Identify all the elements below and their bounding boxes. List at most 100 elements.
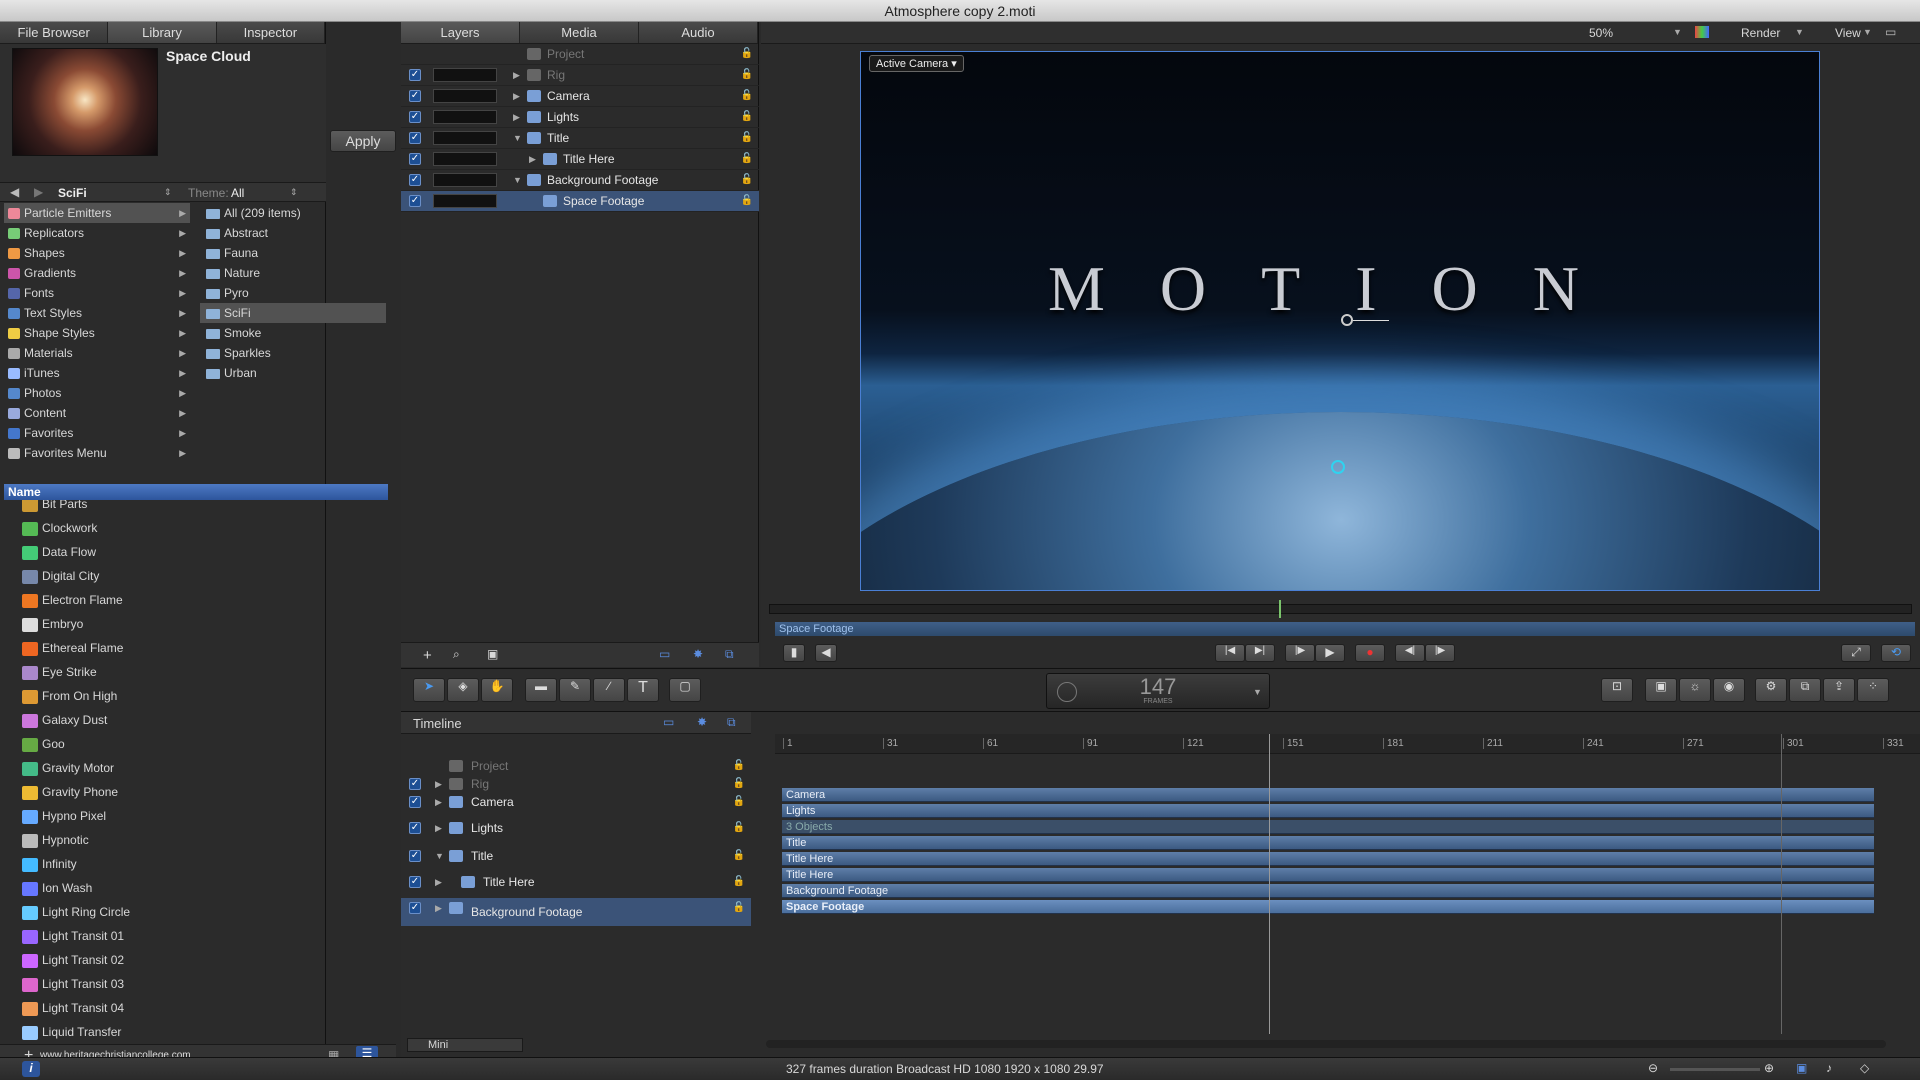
timeline-clip[interactable]: Background Footage xyxy=(782,884,1874,898)
expand-arrow-icon[interactable]: ▶ xyxy=(435,792,442,812)
shape-tool-icon[interactable]: ▬ xyxy=(525,678,557,702)
layout-icon[interactable]: ▭ xyxy=(1885,25,1896,39)
mini-clip-bar[interactable]: Space Footage xyxy=(775,622,1915,636)
timeline-checkbox[interactable]: ✓ xyxy=(409,778,421,790)
share-icon[interactable]: ⇪ xyxy=(1823,678,1855,702)
expand-arrow-icon[interactable]: ▶ xyxy=(513,86,520,106)
tab-file-browser[interactable]: File Browser xyxy=(0,22,109,43)
library-item[interactable]: Eye Strike xyxy=(0,660,380,684)
mask-tool-icon[interactable]: ▢ xyxy=(669,678,701,702)
bezier-tool-icon[interactable]: ✎ xyxy=(559,678,591,702)
layer-checkbox[interactable]: ✓ xyxy=(409,174,421,186)
timeline-ruler[interactable]: 1 31 61 91 121 151 181 211 241 271 301 331 xyxy=(775,734,1920,754)
lock-icon[interactable]: 🔓 xyxy=(741,191,753,211)
layer-checkbox[interactable]: ✓ xyxy=(409,90,421,102)
tl-layers-icon[interactable]: ▭ xyxy=(663,715,674,729)
lock-icon[interactable]: 🔓 xyxy=(741,44,753,64)
timeline-row[interactable]: Project 🔓 xyxy=(401,756,751,776)
hud-icon[interactable]: ⁘ xyxy=(1857,678,1889,702)
library-item[interactable]: Light Transit 02 xyxy=(0,948,380,972)
expand-arrow-icon[interactable]: ▼ xyxy=(435,846,444,866)
timeline-checkbox[interactable]: ✓ xyxy=(409,876,421,888)
lock-icon[interactable]: 🔓 xyxy=(741,107,753,127)
layer-checkbox[interactable]: ✓ xyxy=(409,69,421,81)
prev-keyframe-icon[interactable]: ◀| xyxy=(1395,644,1425,662)
layer-checkbox[interactable]: ✓ xyxy=(409,111,421,123)
mini-playhead[interactable] xyxy=(1279,600,1281,618)
category-item[interactable]: Content ▶ xyxy=(4,403,190,423)
lock-icon[interactable]: 🔓 xyxy=(741,86,753,106)
expand-arrow-icon[interactable]: ▶ xyxy=(435,872,442,892)
library-item[interactable]: Hypno Pixel xyxy=(0,804,380,828)
tab-audio[interactable]: Audio xyxy=(639,22,758,43)
library-item[interactable]: Goo xyxy=(0,732,380,756)
timeline-clip[interactable]: Camera xyxy=(782,788,1874,802)
library-item[interactable]: Data Flow xyxy=(0,540,380,564)
category-item[interactable]: iTunes ▶ xyxy=(4,363,190,383)
category-popup[interactable]: SciFi xyxy=(58,186,87,200)
filters-icon[interactable]: ◉ xyxy=(1713,678,1745,702)
arrange-icon[interactable]: ⧉ xyxy=(1789,678,1821,702)
zoom-slider[interactable] xyxy=(1670,1068,1760,1071)
library-item[interactable]: From On High xyxy=(0,684,380,708)
audio-icon[interactable]: ◀ xyxy=(815,644,837,662)
fullscreen-icon[interactable]: ⤢ xyxy=(1841,644,1871,662)
loop-icon[interactable]: ⟲ xyxy=(1881,644,1911,662)
info-icon[interactable]: i xyxy=(22,1061,40,1077)
group-icon[interactable]: ▣ xyxy=(487,647,498,661)
behaviors-icon[interactable]: ✸ xyxy=(693,647,703,661)
zoom-in-icon[interactable]: ⊕ xyxy=(1764,1061,1774,1075)
camera-view-icon[interactable]: ⊡ xyxy=(1601,678,1633,702)
library-item[interactable]: Gravity Phone xyxy=(0,780,380,804)
volume-icon[interactable]: ♪ xyxy=(1826,1061,1832,1075)
timeline-clip[interactable]: Space Footage xyxy=(782,900,1874,914)
tab-inspector[interactable]: Inspector xyxy=(217,22,325,43)
back-arrow-icon[interactable]: ◀ xyxy=(10,185,19,199)
search-icon[interactable]: ⌕ xyxy=(453,647,460,662)
category-item[interactable]: Text Styles ▶ xyxy=(4,303,190,323)
tl-behaviors-icon[interactable]: ✸ xyxy=(697,715,707,729)
expand-arrow-icon[interactable]: ▶ xyxy=(435,898,442,918)
timeline-checkbox[interactable]: ✓ xyxy=(409,822,421,834)
lock-icon[interactable]: 🔓 xyxy=(733,792,745,812)
library-item[interactable]: Liquid Transfer xyxy=(0,1020,380,1044)
lock-icon[interactable]: 🔓 xyxy=(741,149,753,169)
subfolder-item[interactable]: Nature xyxy=(200,263,386,283)
view-popup[interactable]: View xyxy=(1835,26,1861,40)
lock-icon[interactable]: 🔓 xyxy=(733,756,745,776)
timeline-clip[interactable]: Title xyxy=(782,836,1874,850)
category-item[interactable]: Replicators ▶ xyxy=(4,223,190,243)
frame-counter[interactable]: 147 FRAMES ▼ xyxy=(1046,673,1270,709)
motion-headline[interactable]: MOTION xyxy=(861,252,1819,326)
expand-arrow-icon[interactable]: ▶ xyxy=(529,149,536,169)
subfolder-item[interactable]: Smoke xyxy=(200,323,386,343)
go-to-start-icon[interactable]: |◀ xyxy=(1215,644,1245,662)
library-item[interactable]: Ethereal Flame xyxy=(0,636,380,660)
library-item[interactable]: Light Transit 01 xyxy=(0,924,380,948)
timeline-clip[interactable]: 3 Objects xyxy=(782,820,1874,834)
subfolder-item[interactable]: Fauna xyxy=(200,243,386,263)
subfolder-item[interactable]: Pyro xyxy=(200,283,386,303)
timeline-row[interactable]: ✓ ▶ Title Here 🔓 xyxy=(401,872,751,892)
canvas-viewport[interactable]: MOTION Active Camera ▾ xyxy=(860,51,1820,591)
lock-icon[interactable]: 🔓 xyxy=(741,65,753,85)
layer-row[interactable]: ✓ ▶ Camera 🔓 xyxy=(401,86,759,107)
library-item[interactable]: Hypnotic xyxy=(0,828,380,852)
toggle-panel-icon[interactable]: ▮ xyxy=(783,644,805,662)
mini-timeline-track[interactable] xyxy=(769,604,1912,614)
category-item[interactable]: Fonts ▶ xyxy=(4,283,190,303)
timeline-checkbox[interactable]: ✓ xyxy=(409,902,421,914)
timeline-out-marker[interactable] xyxy=(1781,734,1782,1034)
library-item[interactable]: Galaxy Dust xyxy=(0,708,380,732)
category-item[interactable]: Shape Styles ▶ xyxy=(4,323,190,343)
forward-arrow-icon[interactable]: ▶ xyxy=(34,185,43,199)
layers-view-icon[interactable]: ▭ xyxy=(659,647,670,661)
expand-arrow-icon[interactable]: ▶ xyxy=(435,774,442,794)
timeline-row[interactable]: ✓ ▶ Background Footage 🔓 xyxy=(401,898,751,926)
layer-row[interactable]: ✓ ▼ Background Footage 🔓 xyxy=(401,170,759,191)
pan-tool-icon[interactable]: ✋ xyxy=(481,678,513,702)
particle-target-icon[interactable] xyxy=(1331,460,1345,474)
library-item[interactable]: Light Transit 03 xyxy=(0,972,380,996)
apply-button[interactable]: Apply xyxy=(330,130,396,152)
category-item[interactable]: Gradients ▶ xyxy=(4,263,190,283)
